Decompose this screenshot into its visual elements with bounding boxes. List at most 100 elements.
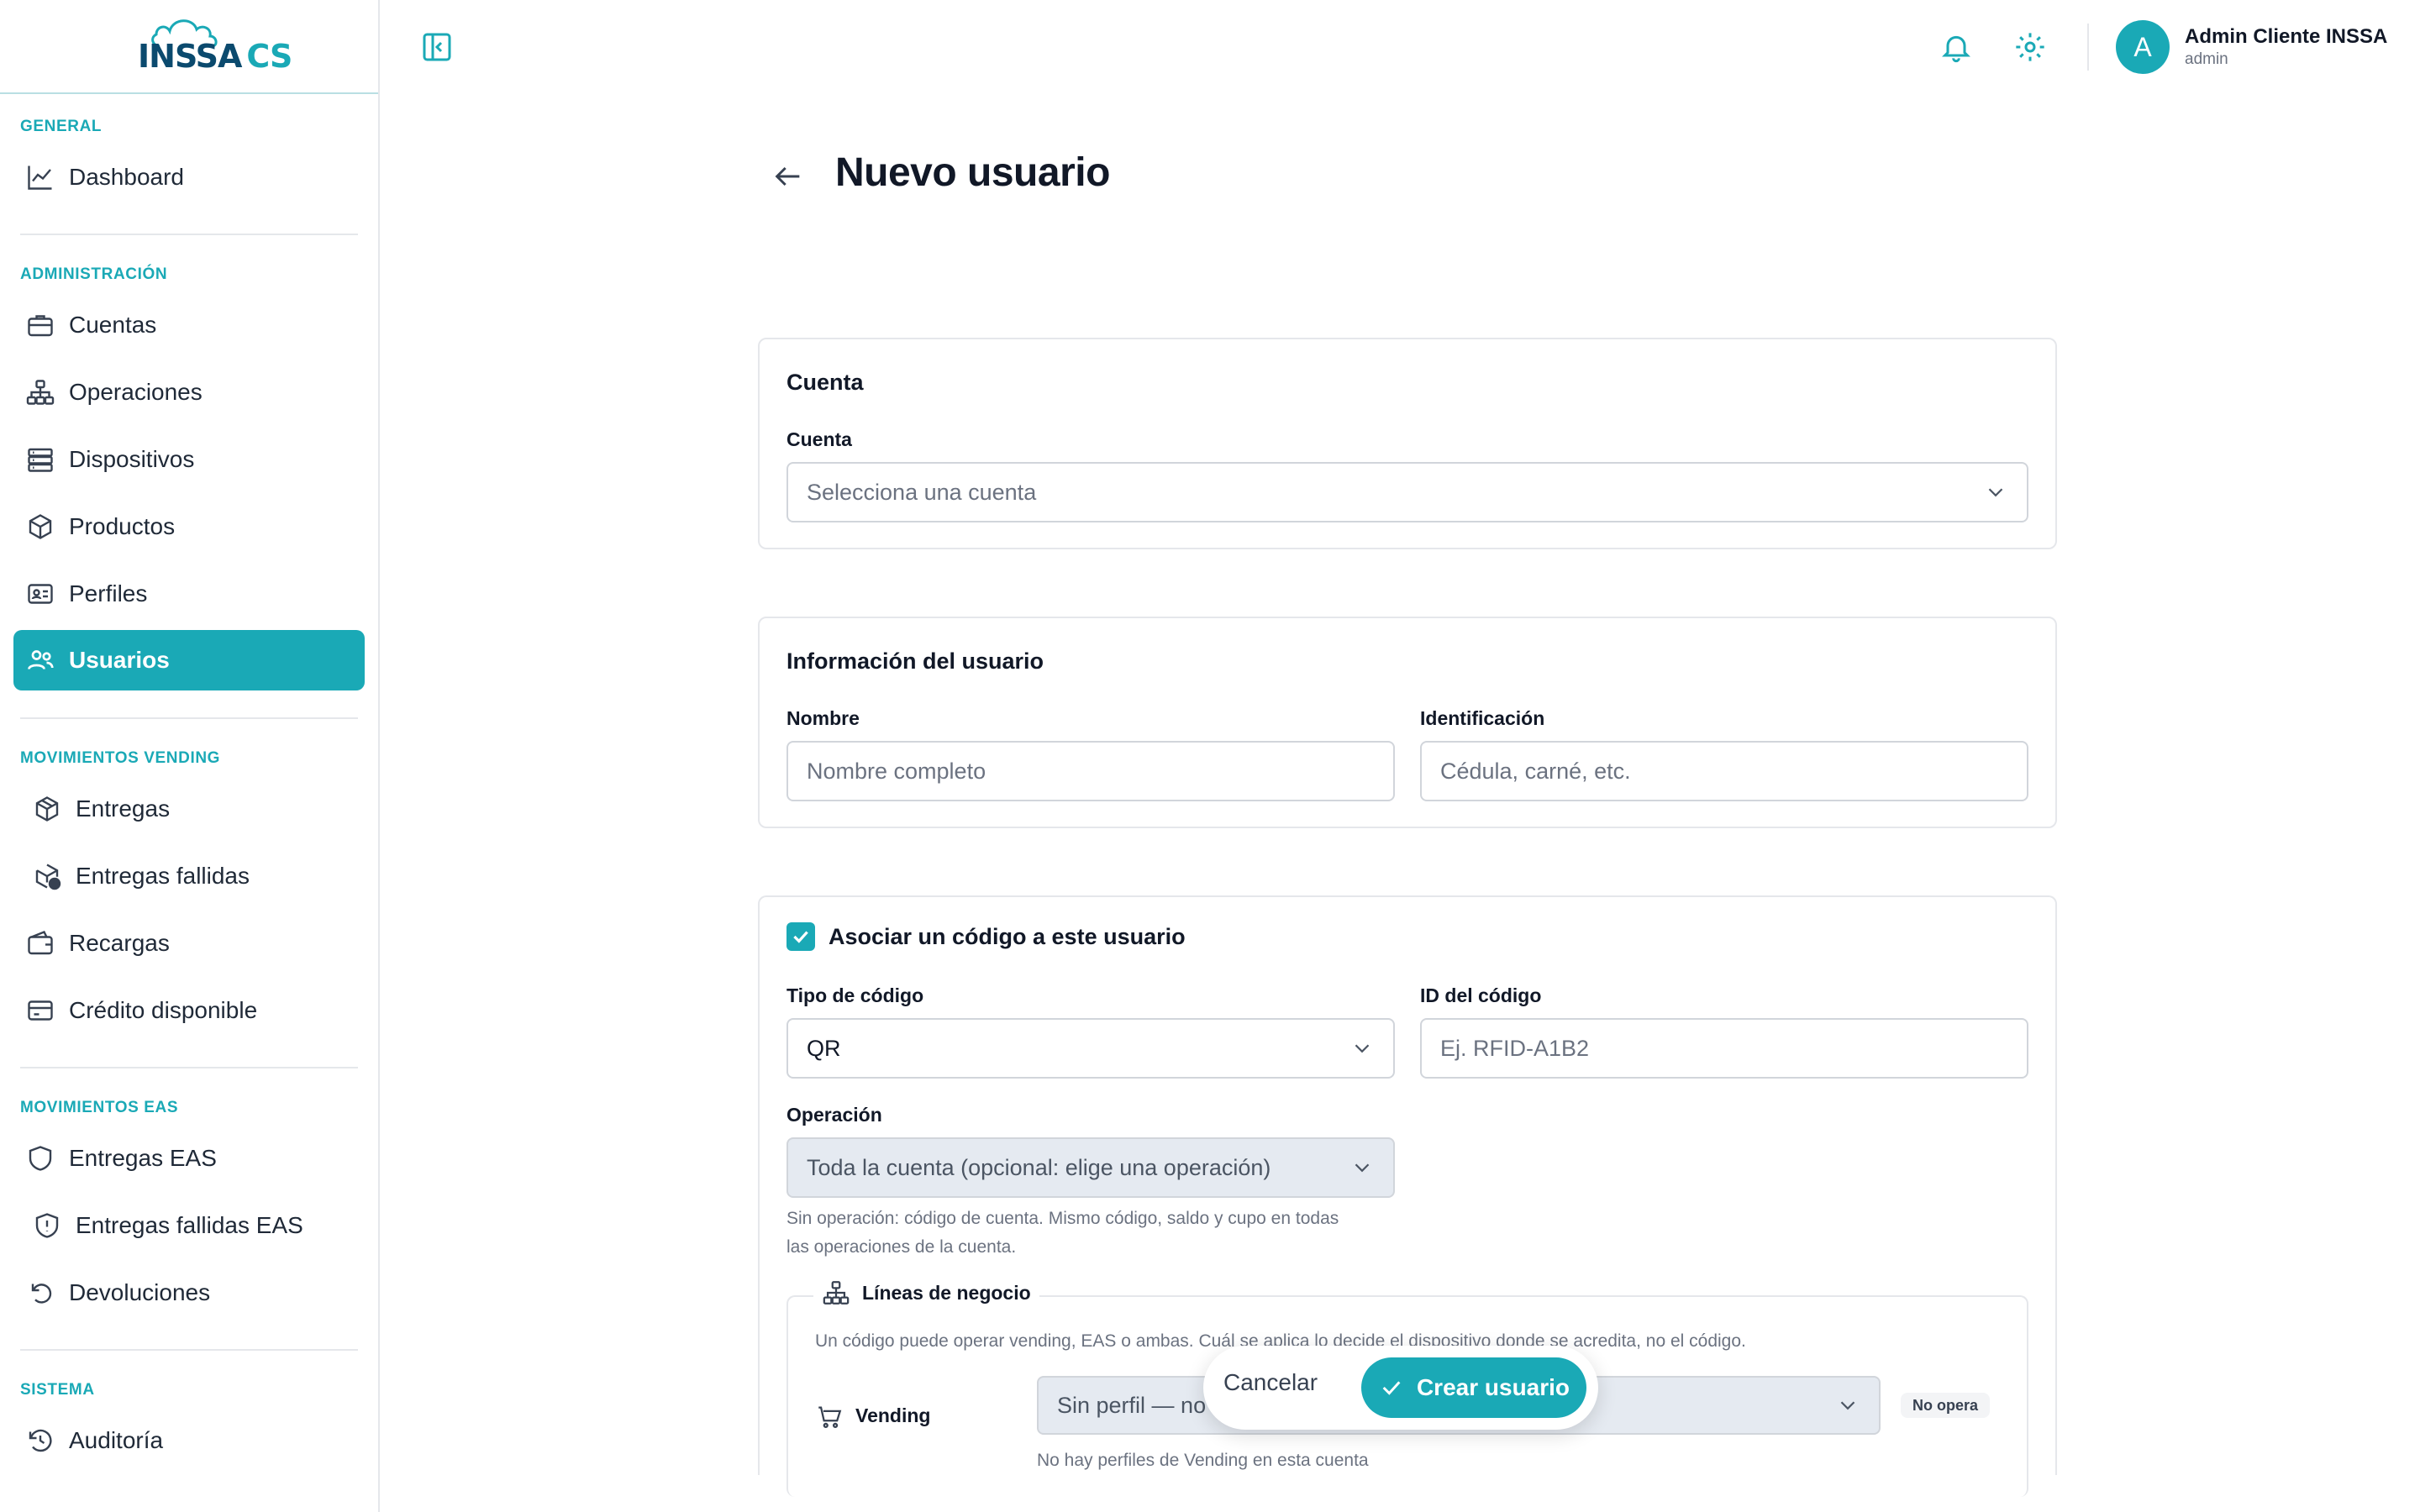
sidebar-item-label: Crédito disponible [69, 997, 258, 1023]
sidebar-item-recargas[interactable]: Recargas [13, 913, 365, 974]
operation-select[interactable]: Toda la cuenta (opcional: elige una oper… [786, 1137, 1395, 1198]
chevron-down-icon [1349, 1036, 1375, 1061]
operation-label: Operación [786, 1104, 882, 1126]
package-alert-icon [32, 861, 62, 891]
sidebar-item-label: Entregas fallidas [76, 863, 250, 889]
avatar[interactable]: A [2116, 20, 2170, 74]
sidebar-item-cuentas[interactable]: Cuentas [13, 295, 365, 355]
bell-icon[interactable] [1939, 30, 1973, 64]
sidebar-item-entregas-fallidas-eas[interactable]: Entregas fallidas EAS [13, 1195, 365, 1256]
sidebar-item-entregas-fallidas[interactable]: Entregas fallidas [13, 846, 365, 906]
sidebar-item-label: Dashboard [69, 164, 184, 190]
form-action-bar: Cancelar Crear usuario [1203, 1346, 1598, 1430]
sidebar-toggle-icon[interactable] [420, 30, 454, 64]
topbar-separator [2087, 24, 2089, 71]
logo-text: INSSA CS [138, 38, 292, 75]
section-label-administracion: ADMINISTRACIÓN [20, 265, 168, 283]
sidebar-item-label: Entregas fallidas EAS [76, 1212, 303, 1238]
sidebar-item-label: Recargas [69, 930, 170, 956]
sidebar-item-productos[interactable]: Productos [13, 496, 365, 557]
vending-help: No hay perfiles de Vending en esta cuent… [1037, 1451, 1369, 1470]
create-user-label: Crear usuario [1416, 1374, 1570, 1400]
section-label-sistema: SISTEMA [20, 1381, 95, 1399]
account-card-title: Cuenta [786, 370, 864, 395]
page-title: Nuevo usuario [835, 150, 1110, 195]
vending-label: Vending [855, 1404, 931, 1426]
hierarchy-icon [822, 1278, 850, 1307]
code-type-value: QR [807, 1035, 841, 1061]
back-arrow-icon[interactable] [771, 160, 805, 193]
code-id-label: ID del código [1420, 984, 1542, 1006]
sidebar-divider [20, 1067, 358, 1068]
chevron-down-icon [1349, 1155, 1375, 1180]
code-type-select[interactable]: QR [786, 1018, 1395, 1079]
sidebar-item-label: Usuarios [69, 647, 170, 673]
account-card: Cuenta Cuenta Selecciona una cuenta [758, 338, 2057, 549]
operation-help-line-2: las operaciones de la cuenta. [786, 1237, 1017, 1257]
sidebar-item-devoluciones[interactable]: Devoluciones [13, 1263, 365, 1323]
sidebar-item-dashboard[interactable]: Dashboard [13, 147, 365, 207]
hierarchy-icon [25, 377, 55, 407]
cart-icon [815, 1403, 844, 1431]
server-icon [25, 444, 55, 475]
sidebar-item-operaciones[interactable]: Operaciones [13, 362, 365, 423]
chevron-down-icon [1983, 480, 2008, 505]
sidebar-item-auditoria[interactable]: Auditoría [13, 1410, 365, 1471]
sidebar-item-credito-disponible[interactable]: Crédito disponible [13, 980, 365, 1041]
sidebar-item-perfiles[interactable]: Perfiles [13, 564, 365, 624]
user-role: admin [2185, 50, 2228, 68]
sidebar-divider [20, 234, 358, 235]
shield-alert-icon [32, 1210, 62, 1241]
sidebar-item-label: Operaciones [69, 379, 203, 405]
sidebar-divider [20, 1349, 358, 1351]
history-icon [25, 1425, 55, 1456]
sidebar-item-entregas-eas[interactable]: Entregas EAS [13, 1128, 365, 1189]
sidebar-item-usuarios[interactable]: Usuarios [13, 630, 365, 690]
associate-code-label[interactable]: Asociar un código a este usuario [829, 924, 1186, 950]
sidebar-divider [20, 717, 358, 719]
business-lines-title: Líneas de negocio [862, 1281, 1031, 1304]
sidebar-item-label: Devoluciones [69, 1279, 211, 1305]
check-icon [1378, 1374, 1405, 1401]
brand-logo[interactable]: INSSA CS [134, 13, 292, 80]
section-label-movimientos-vending: MOVIMIENTOS VENDING [20, 749, 221, 767]
chart-line-icon [25, 162, 55, 192]
cancel-button[interactable]: Cancelar [1223, 1369, 1318, 1396]
box-icon [25, 512, 55, 542]
users-icon [25, 645, 55, 675]
chevron-down-icon [1835, 1393, 1860, 1418]
code-id-placeholder: Ej. RFID-A1B2 [1440, 1035, 1590, 1061]
logo-area: INSSA CS [0, 0, 378, 94]
code-type-label: Tipo de código [786, 984, 924, 1006]
section-label-general: GENERAL [20, 118, 103, 135]
name-label: Nombre [786, 707, 860, 729]
identification-input[interactable]: Cédula, carné, etc. [1420, 741, 2028, 801]
name-input[interactable]: Nombre completo [786, 741, 1395, 801]
code-id-input[interactable]: Ej. RFID-A1B2 [1420, 1018, 2028, 1079]
name-input-placeholder: Nombre completo [807, 758, 986, 784]
identification-label: Identificación [1420, 707, 1545, 729]
associate-code-checkbox[interactable] [786, 922, 815, 951]
sidebar-item-label: Auditoría [69, 1427, 164, 1453]
shield-icon [25, 1143, 55, 1173]
user-info-card: Información del usuario Nombre Nombre co… [758, 617, 2057, 828]
business-lines-legend: Líneas de negocio [813, 1278, 1039, 1307]
user-name[interactable]: Admin Cliente INSSA [2185, 25, 2387, 49]
identification-input-placeholder: Cédula, carné, etc. [1440, 758, 1631, 784]
operation-help-line-1: Sin operación: código de cuenta. Mismo c… [786, 1209, 1339, 1228]
sidebar-item-label: Entregas EAS [69, 1145, 217, 1171]
status-badge: No opera [1901, 1393, 1991, 1418]
briefcase-icon [25, 310, 55, 340]
create-user-button[interactable]: Crear usuario [1361, 1357, 1586, 1418]
sidebar-item-label: Dispositivos [69, 446, 195, 472]
undo-icon [25, 1278, 55, 1308]
sidebar-item-label: Productos [69, 513, 176, 539]
wallet-icon [25, 928, 55, 958]
section-label-movimientos-eas: MOVIMIENTOS EAS [20, 1099, 179, 1116]
account-select[interactable]: Selecciona una cuenta [786, 462, 2028, 522]
gear-icon[interactable] [2013, 30, 2047, 64]
user-info-card-title: Información del usuario [786, 648, 1044, 674]
sidebar-item-label: Perfiles [69, 580, 148, 606]
sidebar-item-dispositivos[interactable]: Dispositivos [13, 429, 365, 490]
sidebar-item-entregas[interactable]: Entregas [13, 779, 365, 839]
